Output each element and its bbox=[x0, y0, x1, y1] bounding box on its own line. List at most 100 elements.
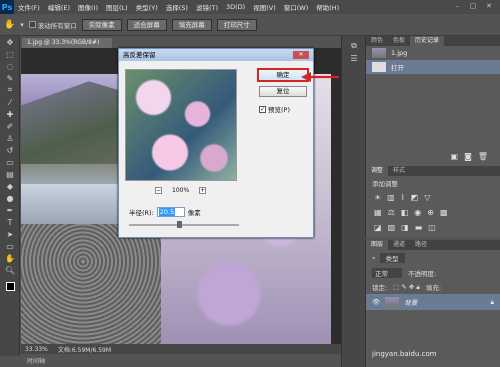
vibrance-icon[interactable]: ▽ bbox=[424, 193, 430, 202]
pen-tool-icon[interactable]: ✒ bbox=[0, 204, 20, 216]
selective-color-icon[interactable]: ◫ bbox=[428, 223, 436, 232]
menu-view[interactable]: 视图(V) bbox=[249, 2, 280, 12]
kind-select[interactable]: 类型 bbox=[379, 253, 405, 263]
menu-type[interactable]: 类型(Y) bbox=[132, 2, 162, 12]
menu-edit[interactable]: 编辑(E) bbox=[44, 2, 74, 12]
history-brush-tool-icon[interactable]: ↺ bbox=[0, 144, 20, 156]
lock-icons[interactable]: ⬚ ✎ ✥ 🔒︎ bbox=[393, 283, 420, 292]
tab-history[interactable]: 历史记录 bbox=[410, 36, 445, 46]
menu-filter[interactable]: 滤镜(T) bbox=[192, 2, 222, 12]
hue-icon[interactable]: ▦ bbox=[374, 208, 382, 217]
adjust-panel-icon[interactable]: ☰ bbox=[342, 52, 366, 64]
gradient-map-icon[interactable]: ▬ bbox=[415, 223, 423, 232]
radius-unit: 像素 bbox=[187, 209, 201, 217]
eyedropper-tool-icon[interactable]: ⁄ bbox=[0, 96, 20, 108]
path-select-tool-icon[interactable]: ➤ bbox=[0, 228, 20, 240]
tab-color[interactable]: 颜色 bbox=[366, 36, 388, 46]
menu-window[interactable]: 窗口(W) bbox=[280, 2, 313, 12]
brightness-icon[interactable]: ☀ bbox=[374, 193, 381, 202]
color-balance-icon[interactable]: ⚖ bbox=[388, 208, 395, 217]
marquee-tool-icon[interactable]: ⬚ bbox=[0, 48, 20, 60]
brush-tool-icon[interactable]: ✐ bbox=[0, 120, 20, 132]
zoom-level[interactable]: 33.33% bbox=[25, 346, 48, 353]
tab-styles[interactable]: 样式 bbox=[388, 166, 410, 176]
layers-panel: 图层 通道 路径 ⌕ 类型 正常 不透明度: 锁定: ⬚ ✎ ✥ 🔒︎ 填充: … bbox=[365, 240, 500, 367]
snapshot-camera-icon[interactable]: ◙ bbox=[464, 152, 472, 161]
hand-tool-icon[interactable]: ✋ bbox=[0, 252, 20, 264]
curves-icon[interactable]: ⌇ bbox=[401, 193, 405, 202]
timeline-tab[interactable]: 时间轴 bbox=[21, 356, 341, 367]
slider-thumb[interactable] bbox=[176, 221, 182, 228]
radius-input[interactable]: 20.5 bbox=[156, 207, 185, 217]
tab-adjustments[interactable]: 调整 bbox=[366, 166, 389, 176]
blur-tool-icon[interactable]: ◆ bbox=[0, 180, 20, 192]
move-tool-icon[interactable]: ✥ bbox=[0, 36, 20, 48]
minimize-button[interactable]: – bbox=[452, 2, 462, 11]
menu-image[interactable]: 图像(I) bbox=[74, 2, 102, 12]
preview-zoom-controls: − 100% + bbox=[155, 187, 207, 194]
history-snapshot[interactable]: 1.jpg bbox=[366, 46, 500, 60]
blend-row: 正常 不透明度: bbox=[366, 266, 500, 280]
scroll-all-windows-checkbox[interactable]: 滚动所有窗口 bbox=[28, 20, 77, 30]
posterize-icon[interactable]: ▧ bbox=[388, 223, 396, 232]
dodge-tool-icon[interactable]: ● bbox=[0, 192, 20, 204]
blend-mode-select[interactable]: 正常 bbox=[372, 268, 402, 278]
radius-label: 半径(R): bbox=[129, 209, 154, 217]
filter-preview[interactable] bbox=[125, 69, 237, 181]
zoom-tool-icon[interactable]: 🔍︎ bbox=[0, 264, 20, 276]
layer-row-background[interactable]: 👁︎ 背景 🔒︎ bbox=[366, 294, 500, 310]
color-swatches-icon[interactable] bbox=[0, 276, 20, 296]
lock-icon: 🔒︎ bbox=[490, 297, 494, 306]
menu-help[interactable]: 帮助(H) bbox=[312, 2, 343, 12]
levels-icon[interactable]: ▥ bbox=[387, 193, 395, 202]
close-window-button[interactable]: ✕ bbox=[484, 2, 494, 11]
menu-select[interactable]: 选择(S) bbox=[162, 2, 192, 12]
status-bar: 33.33% 文档:6.59M/6.59M bbox=[21, 344, 341, 354]
tool-preset-icon[interactable]: ▾ bbox=[20, 21, 24, 29]
fit-screen-button[interactable]: 适合屏幕 bbox=[126, 18, 167, 31]
preview-checkbox[interactable]: ✓ 预览(P) bbox=[259, 104, 290, 114]
dialog-close-button[interactable]: ✕ bbox=[293, 51, 309, 59]
maximize-button[interactable]: ▢ bbox=[468, 2, 478, 11]
threshold-icon[interactable]: ◨ bbox=[401, 223, 409, 232]
history-step-open[interactable]: 打开 bbox=[366, 60, 500, 74]
actual-pixels-button[interactable]: 实际像素 bbox=[81, 18, 122, 31]
gradient-tool-icon[interactable]: ▤ bbox=[0, 168, 20, 180]
menu-3d[interactable]: 3D(D) bbox=[222, 3, 249, 11]
history-panel-icon[interactable]: ⧉ bbox=[342, 40, 366, 52]
hand-tool-icon[interactable]: ✋ bbox=[4, 20, 15, 30]
menu-layer[interactable]: 图层(L) bbox=[102, 2, 132, 12]
zoom-out-button[interactable]: − bbox=[155, 187, 162, 194]
fill-screen-button[interactable]: 填充屏幕 bbox=[171, 18, 212, 31]
tab-channels[interactable]: 通道 bbox=[388, 240, 410, 250]
print-size-button[interactable]: 打印尺寸 bbox=[216, 18, 257, 31]
new-document-icon[interactable]: ▣ bbox=[451, 152, 459, 161]
crop-tool-icon[interactable]: ⌗ bbox=[0, 84, 20, 96]
tab-paths[interactable]: 路径 bbox=[410, 240, 432, 250]
eye-icon[interactable]: 👁︎ bbox=[372, 298, 380, 306]
invert-icon[interactable]: ◪ bbox=[374, 223, 382, 232]
dialog-title: 高反差保留 bbox=[119, 49, 313, 61]
shape-tool-icon[interactable]: ▭ bbox=[0, 240, 20, 252]
snapshot-thumbnail bbox=[372, 48, 386, 58]
zoom-in-button[interactable]: + bbox=[199, 187, 207, 194]
clone-stamp-tool-icon[interactable]: ♙ bbox=[0, 132, 20, 144]
color-lookup-icon[interactable]: ▩ bbox=[440, 208, 448, 217]
type-tool-icon[interactable]: T bbox=[0, 216, 20, 228]
tab-swatches[interactable]: 色板 bbox=[388, 36, 410, 46]
radius-value: 20.5 bbox=[158, 208, 176, 216]
radius-slider[interactable] bbox=[129, 221, 239, 228]
document-tab[interactable]: 1.jpg @ 33.3%(RGB/8#) bbox=[22, 38, 112, 48]
healing-tool-icon[interactable]: ✚ bbox=[0, 108, 20, 120]
trash-icon[interactable]: 🗑︎ bbox=[478, 152, 488, 161]
channel-mixer-icon[interactable]: ⊕ bbox=[427, 208, 434, 217]
menu-file[interactable]: 文件(F) bbox=[14, 2, 44, 12]
quick-select-tool-icon[interactable]: ✎ bbox=[0, 72, 20, 84]
photo-filter-icon[interactable]: ◉ bbox=[414, 208, 421, 217]
bw-icon[interactable]: ◧ bbox=[401, 208, 409, 217]
lasso-tool-icon[interactable]: ◌ bbox=[0, 60, 20, 72]
tab-layers[interactable]: 图层 bbox=[366, 240, 389, 250]
reset-button[interactable]: 复位 bbox=[259, 86, 307, 97]
exposure-icon[interactable]: ◩ bbox=[411, 193, 419, 202]
eraser-tool-icon[interactable]: ▭ bbox=[0, 156, 20, 168]
